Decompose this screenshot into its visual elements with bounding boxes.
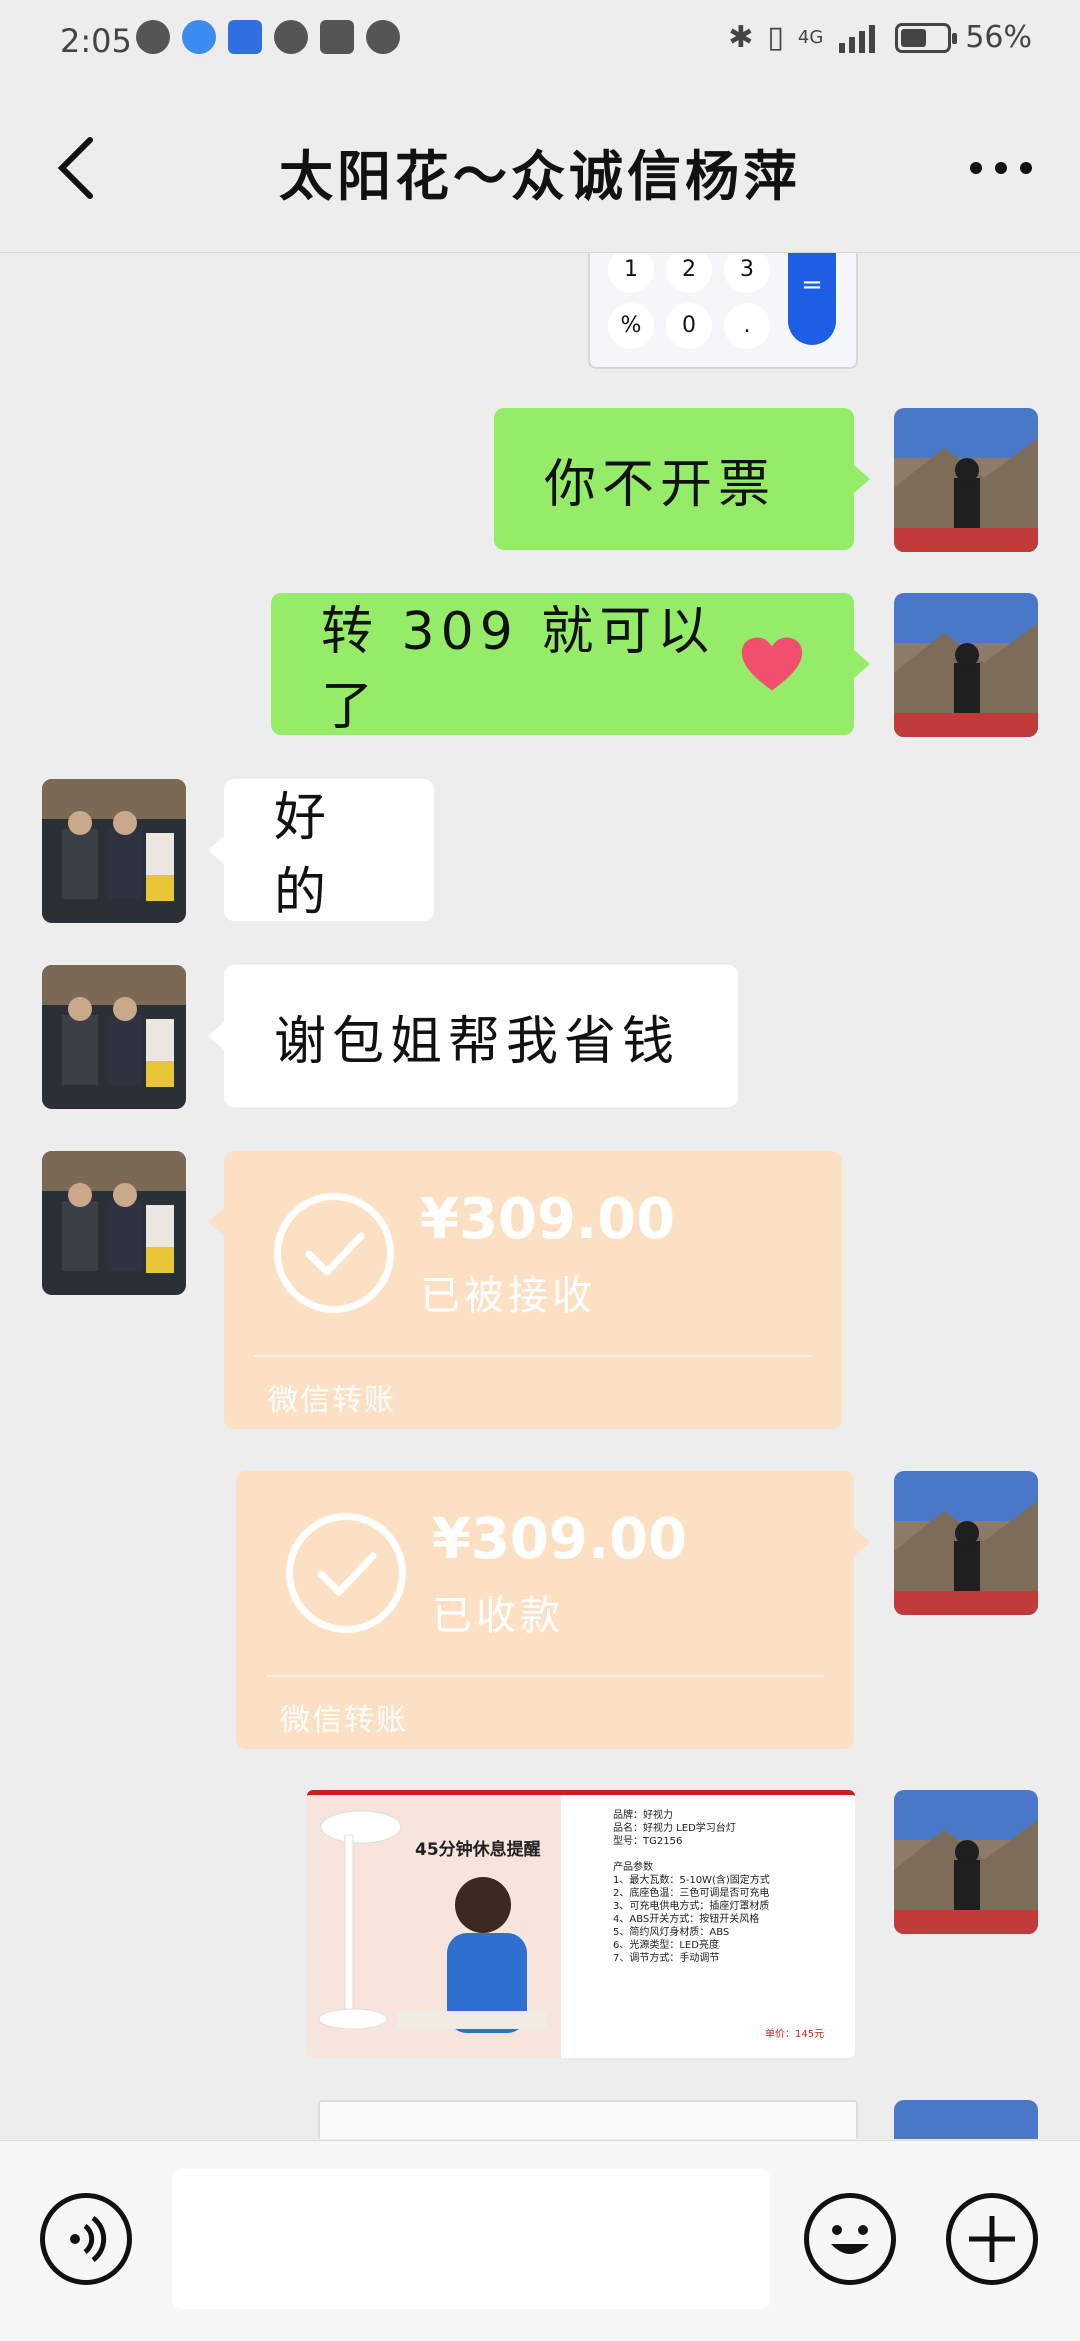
message-text: 谢包姐帮我省钱 <box>274 1011 681 1072</box>
product-specs: 品牌：好视力 品名：好视力 LED学习台灯 型号：TG2156 产品参数 1、最… <box>613 1810 770 1964</box>
app-notification-icon <box>228 20 262 54</box>
transfer-status: 已被接收 <box>420 1273 596 1319</box>
product-image-message[interactable]: 45分钟休息提醒 品牌：好视力 品名：好视力 LED学习台灯 型号：TG2156… <box>307 1790 855 2058</box>
chat-title: 太阳花～众诚信杨萍 <box>279 145 801 208</box>
calc-key: 1 <box>608 253 654 293</box>
bubble-tail <box>208 1022 224 1050</box>
transfer-card[interactable]: ¥309.00 已被接收 微信转账 <box>224 1151 842 1429</box>
transfer-amount: ¥309.00 <box>420 1187 676 1252</box>
status-right: ✱ ▯ 4G 56% <box>728 20 1032 55</box>
my-avatar[interactable] <box>894 1471 1038 1615</box>
message-input[interactable] <box>172 2169 770 2309</box>
eye-icon <box>274 20 308 54</box>
alarm-icon <box>366 20 400 54</box>
message-text: 转 309 就可以了 <box>321 602 716 737</box>
bluetooth-icon: ✱ <box>728 20 754 55</box>
calculator-image[interactable]: 1 2 3 % 0 . = <box>588 253 858 369</box>
chat-header: 太阳花～众诚信杨萍 <box>0 84 1080 253</box>
bubble-tail <box>854 465 870 493</box>
message-text: 好的 <box>274 788 333 923</box>
contact-avatar[interactable] <box>42 965 186 1109</box>
voice-button[interactable] <box>40 2193 132 2285</box>
plus-icon <box>969 2216 1015 2262</box>
my-avatar[interactable] <box>894 2100 1038 2139</box>
emoji-button[interactable] <box>804 2193 896 2285</box>
product-price: 单价：145元 <box>765 2029 825 2040</box>
contact-message-bubble[interactable]: 谢包姐帮我省钱 <box>224 965 738 1107</box>
signal-icon <box>839 24 876 53</box>
bubble-tail <box>208 836 224 864</box>
heart-emoji <box>741 637 803 691</box>
status-time: 2:05 <box>60 22 132 60</box>
my-avatar[interactable] <box>894 593 1038 737</box>
browser-notification-icon <box>182 20 216 54</box>
notification-icons <box>136 20 400 54</box>
divider <box>266 1675 824 1677</box>
more-options-icon[interactable] <box>966 156 1036 180</box>
divider <box>254 1355 812 1357</box>
transfer-amount: ¥309.00 <box>432 1507 688 1572</box>
add-button[interactable] <box>946 2193 1038 2285</box>
check-circle-icon <box>286 1513 406 1633</box>
calc-key: 3 <box>724 253 770 293</box>
bubble-tail <box>854 1528 870 1556</box>
input-bar <box>0 2140 1080 2341</box>
transfer-card[interactable]: ¥309.00 已收款 微信转账 <box>236 1471 854 1749</box>
check-circle-icon <box>274 1193 394 1313</box>
transfer-footer: 微信转账 <box>268 1383 396 1418</box>
image-headline: 45分钟休息提醒 <box>415 1840 541 1860</box>
calc-key: . <box>724 303 770 349</box>
emoji-icon <box>831 2225 869 2254</box>
contact-avatar[interactable] <box>42 1151 186 1295</box>
bubble-tail <box>208 1208 224 1236</box>
transfer-status: 已收款 <box>432 1593 564 1639</box>
calc-key: 2 <box>666 253 712 293</box>
calc-key: 0 <box>666 303 712 349</box>
status-bar: 2:05 ✱ ▯ 4G 56% <box>0 0 1080 84</box>
chat-notification-icon <box>136 20 170 54</box>
voice-icon <box>70 2215 107 2263</box>
chat-area[interactable]: 1 2 3 % 0 . = 你不开票 转 309 就可以了 好的 谢包姐帮我省钱… <box>0 253 1080 2139</box>
battery-icon <box>895 22 958 53</box>
contact-avatar[interactable] <box>42 779 186 923</box>
nfc-icon <box>320 20 354 54</box>
calc-key: % <box>608 303 654 349</box>
calc-equals-key: = <box>788 253 836 345</box>
my-message-bubble[interactable]: 转 309 就可以了 <box>271 593 854 737</box>
my-message-bubble[interactable]: 你不开票 <box>494 408 854 550</box>
my-avatar[interactable] <box>894 408 1038 552</box>
document-image-message[interactable] <box>318 2100 858 2139</box>
transfer-footer: 微信转账 <box>280 1703 408 1738</box>
bubble-tail <box>854 650 870 678</box>
battery-percent: 56% <box>965 20 1032 55</box>
contact-message-bubble[interactable]: 好的 <box>224 779 434 923</box>
network-type: 4G <box>797 27 824 48</box>
vibrate-icon: ▯ <box>767 20 784 55</box>
my-avatar[interactable] <box>894 1790 1038 1934</box>
message-text: 你不开票 <box>544 454 777 515</box>
